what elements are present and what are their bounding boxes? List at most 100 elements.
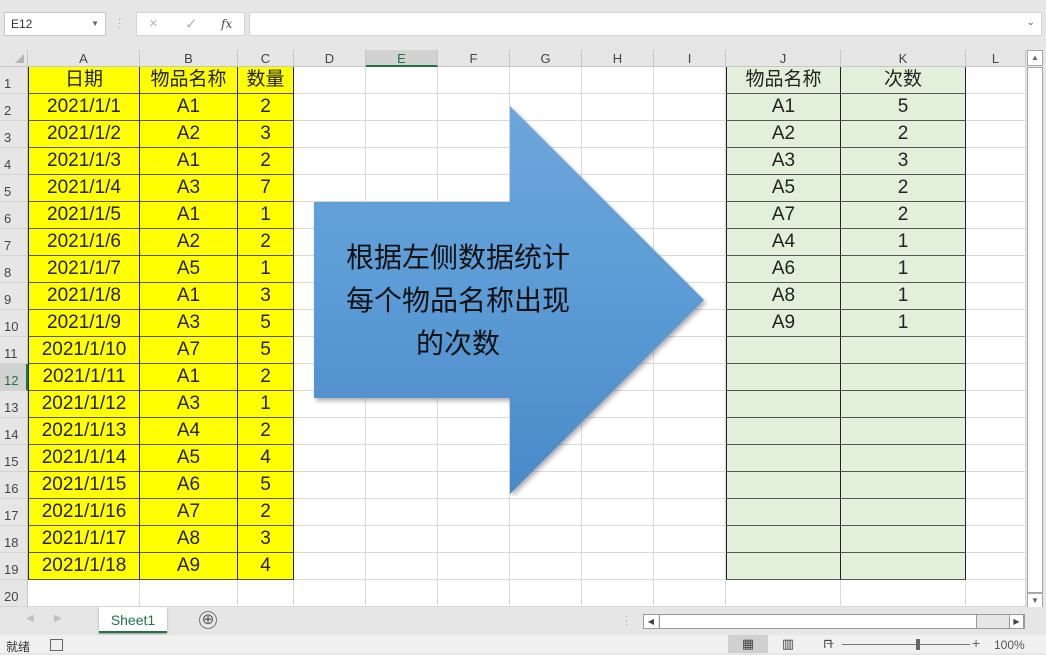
cell-C20[interactable] [238, 580, 294, 607]
source-data-cell-A11[interactable]: 2021/1/10 [28, 337, 140, 364]
source-data-cell-B14[interactable]: A4 [140, 418, 238, 445]
column-header-j[interactable]: J [726, 50, 841, 67]
cell-H19[interactable] [582, 553, 654, 580]
row-header-2[interactable]: 2 [0, 94, 28, 121]
cell-L1[interactable] [966, 67, 1026, 94]
row-header-12[interactable]: 12 [0, 364, 28, 391]
result-data-cell-J19[interactable] [726, 553, 841, 580]
horizontal-scrollbar[interactable]: ◀ [643, 614, 1025, 629]
cell-I18[interactable] [654, 526, 726, 553]
source-data-cell-C19[interactable]: 4 [238, 553, 294, 580]
cell-E18[interactable] [366, 526, 438, 553]
source-data-cell-A18[interactable]: 2021/1/17 [28, 526, 140, 553]
result-data-cell-J2[interactable]: A1 [726, 94, 841, 121]
result-data-cell-J11[interactable] [726, 337, 841, 364]
result-data-cell-K3[interactable]: 2 [841, 121, 966, 148]
source-data-cell-C15[interactable]: 4 [238, 445, 294, 472]
result-data-cell-J14[interactable] [726, 418, 841, 445]
tab-split-grip-icon[interactable]: · · · [625, 612, 628, 629]
row-header-6[interactable]: 6 [0, 202, 28, 229]
source-data-cell-B16[interactable]: A6 [140, 472, 238, 499]
zoom-out-icon[interactable]: − [826, 635, 834, 651]
row-header-20[interactable]: 20 [0, 580, 28, 607]
cell-L12[interactable] [966, 364, 1026, 391]
cell-G17[interactable] [510, 499, 582, 526]
source-data-cell-C8[interactable]: 1 [238, 256, 294, 283]
cell-L14[interactable] [966, 418, 1026, 445]
cell-D19[interactable] [294, 553, 366, 580]
cell-L17[interactable] [966, 499, 1026, 526]
source-data-cell-B4[interactable]: A1 [140, 148, 238, 175]
source-header-cell-A1[interactable]: 日期 [28, 67, 140, 94]
page-layout-view-icon[interactable]: ▥ [768, 635, 808, 653]
source-data-cell-C7[interactable]: 2 [238, 229, 294, 256]
cell-F17[interactable] [438, 499, 510, 526]
normal-view-icon[interactable]: ▦ [728, 635, 768, 653]
cell-L19[interactable] [966, 553, 1026, 580]
source-data-cell-A4[interactable]: 2021/1/3 [28, 148, 140, 175]
row-header-13[interactable]: 13 [0, 391, 28, 418]
source-data-cell-C11[interactable]: 5 [238, 337, 294, 364]
column-header-d[interactable]: D [294, 50, 366, 67]
result-data-cell-J15[interactable] [726, 445, 841, 472]
zoom-slider[interactable] [842, 644, 970, 645]
cell-I17[interactable] [654, 499, 726, 526]
source-data-cell-B18[interactable]: A8 [140, 526, 238, 553]
cancel-icon[interactable]: × [149, 15, 158, 32]
result-data-cell-J7[interactable]: A4 [726, 229, 841, 256]
source-data-cell-C5[interactable]: 7 [238, 175, 294, 202]
cell-H20[interactable] [582, 580, 654, 607]
prev-sheet-icon[interactable]: ◀ [26, 613, 34, 624]
cell-L11[interactable] [966, 337, 1026, 364]
source-data-cell-C16[interactable]: 5 [238, 472, 294, 499]
cell-E19[interactable] [366, 553, 438, 580]
cell-L10[interactable] [966, 310, 1026, 337]
cell-A20[interactable] [28, 580, 140, 607]
result-data-cell-J17[interactable] [726, 499, 841, 526]
source-data-cell-B19[interactable]: A9 [140, 553, 238, 580]
source-data-cell-B9[interactable]: A1 [140, 283, 238, 310]
result-data-cell-K5[interactable]: 2 [841, 175, 966, 202]
source-data-cell-B7[interactable]: A2 [140, 229, 238, 256]
cell-L16[interactable] [966, 472, 1026, 499]
cell-G20[interactable] [510, 580, 582, 607]
cell-L6[interactable] [966, 202, 1026, 229]
scroll-right-icon[interactable]: ▶ [1009, 614, 1024, 629]
source-data-cell-A10[interactable]: 2021/1/9 [28, 310, 140, 337]
source-data-cell-C12[interactable]: 2 [238, 364, 294, 391]
result-data-cell-K9[interactable]: 1 [841, 283, 966, 310]
result-data-cell-K11[interactable] [841, 337, 966, 364]
source-data-cell-B17[interactable]: A7 [140, 499, 238, 526]
column-header-b[interactable]: B [140, 50, 238, 67]
cell-I19[interactable] [654, 553, 726, 580]
cell-H17[interactable] [582, 499, 654, 526]
formula-input[interactable]: ⌄ [249, 12, 1042, 36]
cell-E1[interactable] [366, 67, 438, 94]
formula-bar-grip-icon[interactable]: · · · [118, 15, 121, 33]
source-data-cell-B12[interactable]: A1 [140, 364, 238, 391]
result-data-cell-K6[interactable]: 2 [841, 202, 966, 229]
source-data-cell-A19[interactable]: 2021/1/18 [28, 553, 140, 580]
zoom-level[interactable]: 100% [994, 638, 1025, 652]
add-sheet-icon[interactable]: ⊕ [199, 611, 217, 629]
cell-F1[interactable] [438, 67, 510, 94]
source-data-cell-B5[interactable]: A3 [140, 175, 238, 202]
source-data-cell-C10[interactable]: 5 [238, 310, 294, 337]
result-header-cell-K1[interactable]: 次数 [841, 67, 966, 94]
vertical-scroll-thumb[interactable] [1027, 67, 1043, 593]
vertical-scrollbar[interactable]: ▲ ▼ [1026, 50, 1044, 609]
cell-F20[interactable] [438, 580, 510, 607]
zoom-slider-thumb[interactable] [916, 639, 920, 650]
cell-L7[interactable] [966, 229, 1026, 256]
cell-K20[interactable] [841, 580, 966, 607]
cell-H18[interactable] [582, 526, 654, 553]
row-header-9[interactable]: 9 [0, 283, 28, 310]
source-data-cell-B3[interactable]: A2 [140, 121, 238, 148]
cell-L5[interactable] [966, 175, 1026, 202]
result-data-cell-K13[interactable] [841, 391, 966, 418]
cell-E20[interactable] [366, 580, 438, 607]
row-header-5[interactable]: 5 [0, 175, 28, 202]
cell-F19[interactable] [438, 553, 510, 580]
column-header-g[interactable]: G [510, 50, 582, 67]
source-data-cell-C13[interactable]: 1 [238, 391, 294, 418]
